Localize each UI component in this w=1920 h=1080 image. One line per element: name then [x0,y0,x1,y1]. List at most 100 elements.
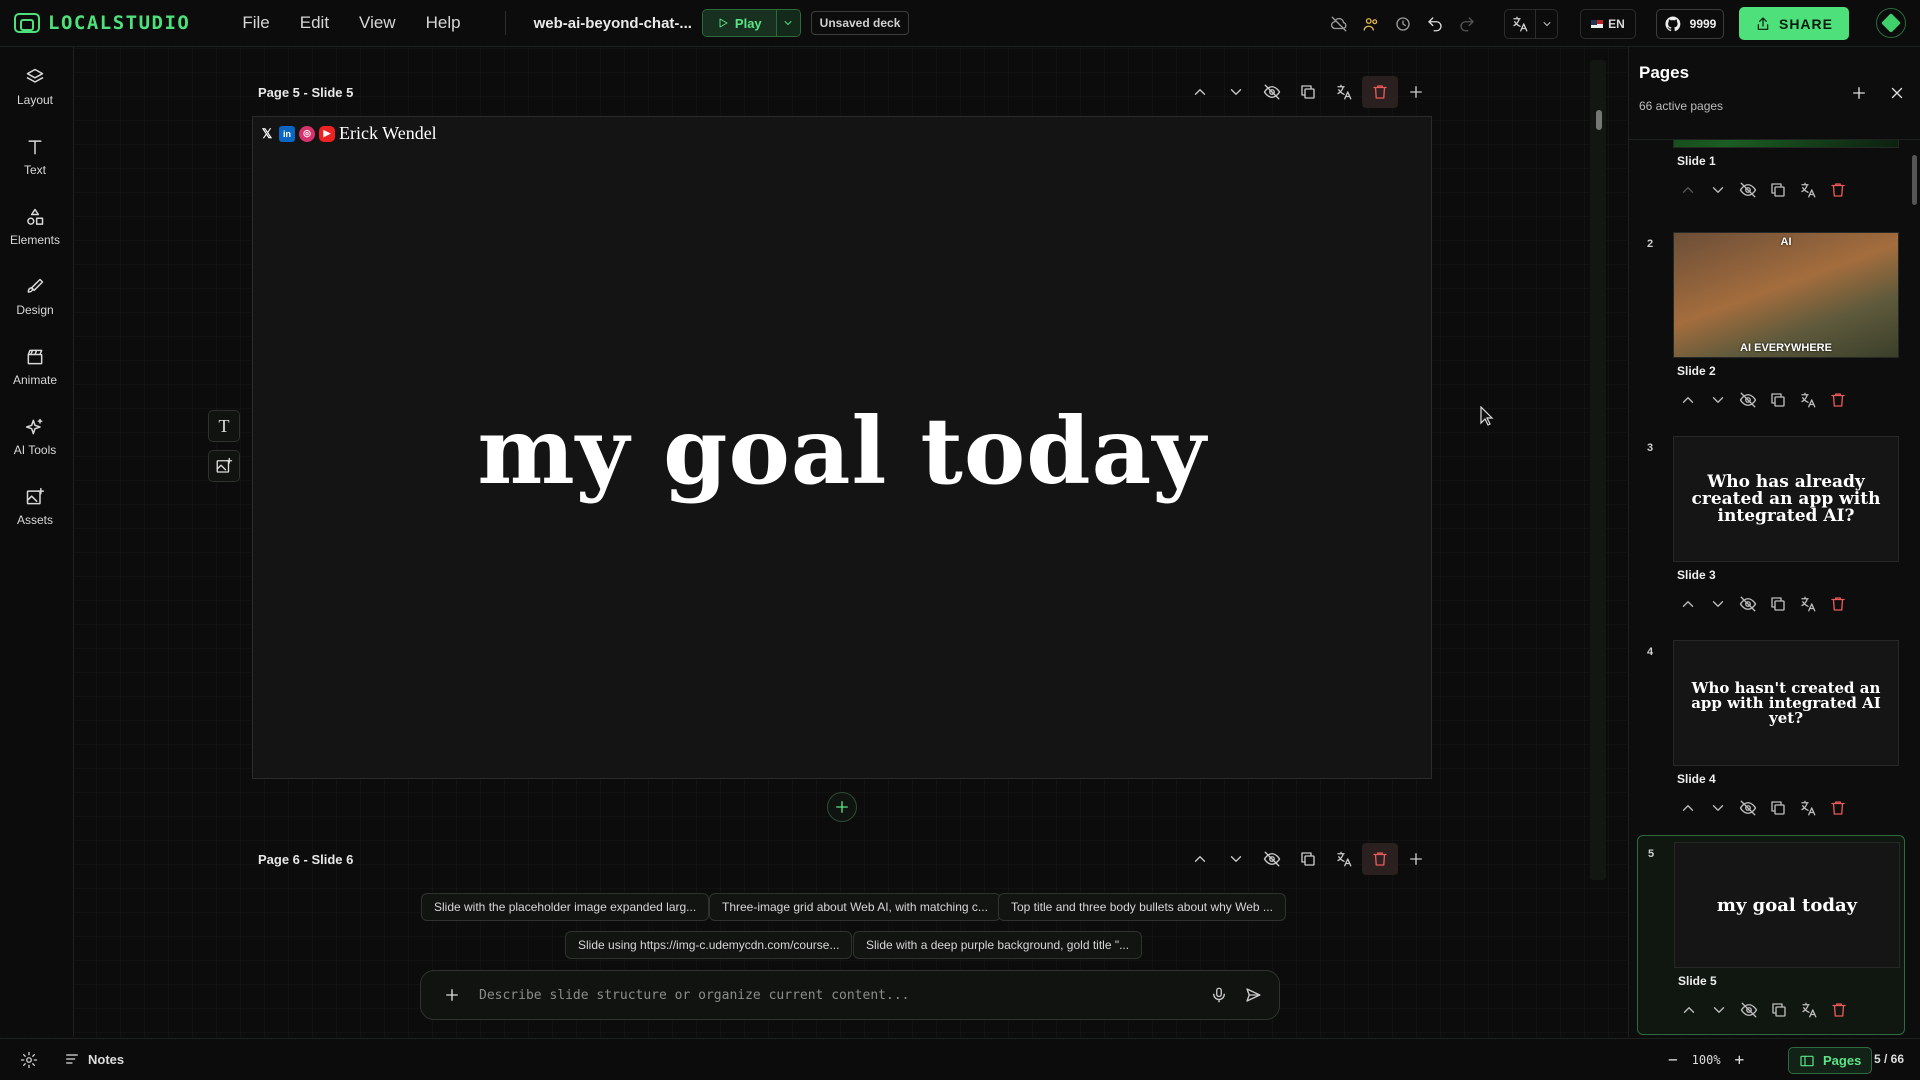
translate-button[interactable] [1793,590,1823,618]
duplicate-button[interactable] [1290,843,1326,875]
move-up-button[interactable] [1673,794,1703,822]
collaborators-icon[interactable] [1362,15,1380,33]
hide-button[interactable] [1254,843,1290,875]
move-up-button[interactable] [1673,386,1703,414]
deck-name[interactable]: web-ai-beyond-chat-... [534,15,692,32]
move-down-button[interactable] [1703,590,1733,618]
move-up-button[interactable] [1182,76,1218,108]
tool-design[interactable]: Design [0,277,70,317]
hide-button[interactable] [1733,794,1763,822]
pages-list[interactable]: Slide 1 2 AI AI EVERYWHERE Slide 2 3 Who… [1629,139,1920,1080]
move-up-button[interactable] [1182,843,1218,875]
hide-button[interactable] [1733,386,1763,414]
page-item-4[interactable]: 4 Who hasn't created an app with integra… [1637,634,1905,830]
translate-slide-button[interactable] [1326,76,1362,108]
close-panel-button[interactable] [1881,77,1913,109]
hide-button[interactable] [1733,590,1763,618]
redo-icon[interactable] [1458,15,1476,33]
tool-assets[interactable]: Assets [0,487,70,527]
move-down-button[interactable] [1218,843,1254,875]
move-up-button[interactable] [1674,996,1704,1024]
play-options-button[interactable] [775,10,800,36]
delete-slide-button[interactable] [1362,843,1398,875]
duplicate-button[interactable] [1763,590,1793,618]
move-down-button[interactable] [1703,794,1733,822]
prompt-input[interactable] [479,987,1205,1003]
canvas-scroll-thumb[interactable] [1596,110,1602,130]
move-up-button[interactable] [1673,176,1703,204]
delete-button[interactable] [1823,176,1853,204]
hide-button[interactable] [1734,996,1764,1024]
page-item-5[interactable]: 5 my goal today Slide 5 [1637,835,1905,1035]
tool-elements[interactable]: Elements [0,207,70,247]
menu-edit[interactable]: Edit [300,13,329,33]
history-icon[interactable] [1394,15,1412,33]
slide-title[interactable]: my goal today [253,397,1431,505]
language-button[interactable]: EN [1580,9,1636,39]
canvas-scrollbar[interactable] [1590,60,1606,880]
move-down-button[interactable] [1704,996,1734,1024]
play-button[interactable]: Play [702,10,776,36]
page-item-3[interactable]: 3 Who has already created an app with in… [1637,430,1905,626]
hide-button[interactable] [1254,76,1290,108]
duplicate-button[interactable] [1764,996,1794,1024]
translate-button[interactable] [1793,794,1823,822]
tool-layout[interactable]: Layout [0,67,70,107]
send-button[interactable] [1239,981,1267,1009]
settings-button[interactable] [20,1051,38,1069]
zoom-in-button[interactable]: + [1735,1050,1745,1069]
add-slide-button[interactable] [1398,843,1434,875]
delete-slide-button[interactable] [1362,76,1398,108]
share-button[interactable]: SHARE [1739,7,1849,40]
plus-icon[interactable] [443,986,461,1004]
slide-canvas[interactable]: 𝕏 in ◎ ▶ Erick Wendel my goal today [252,116,1432,779]
cloud-off-icon[interactable] [1330,15,1348,33]
zoom-level[interactable]: 100% [1692,1053,1721,1067]
move-up-button[interactable] [1673,590,1703,618]
delete-button[interactable] [1823,590,1853,618]
delete-button[interactable] [1824,996,1854,1024]
page-item-2[interactable]: 2 AI AI EVERYWHERE Slide 2 [1637,226,1905,422]
translate-slide-button[interactable] [1326,843,1362,875]
menu-help[interactable]: Help [426,13,461,33]
menu-file[interactable]: File [242,13,269,33]
delete-button[interactable] [1823,386,1853,414]
mic-button[interactable] [1205,981,1233,1009]
move-down-button[interactable] [1218,76,1254,108]
suggestion-chip[interactable]: Slide using https://img-c.udemycdn.com/c… [565,931,853,959]
move-down-button[interactable] [1703,176,1733,204]
suggestion-chip[interactable]: Slide with the placeholder image expande… [421,893,710,921]
duplicate-button[interactable] [1763,794,1793,822]
account-button[interactable] [1876,8,1906,38]
pages-toggle-button[interactable]: Pages [1788,1047,1873,1074]
menu-view[interactable]: View [359,13,396,33]
move-down-button[interactable] [1703,386,1733,414]
suggestion-chip[interactable]: Three-image grid about Web AI, with matc… [709,893,1001,921]
translate-button[interactable] [1793,386,1823,414]
duplicate-button[interactable] [1290,76,1326,108]
tool-animate[interactable]: Animate [0,347,70,387]
duplicate-button[interactable] [1763,176,1793,204]
translate-button[interactable] [1793,176,1823,204]
suggestion-chip[interactable]: Slide with a deep purple background, gol… [853,931,1143,959]
insert-slide-button[interactable] [827,792,857,822]
tool-text[interactable]: Text [0,137,70,177]
hide-button[interactable] [1733,176,1763,204]
github-button[interactable]: 9999 [1656,9,1724,39]
delete-button[interactable] [1823,794,1853,822]
translate-button[interactable] [1505,10,1535,38]
zoom-out-button[interactable]: − [1668,1050,1678,1069]
page-item-1[interactable]: Slide 1 [1637,140,1905,212]
author-socials[interactable]: 𝕏 in ◎ ▶ Erick Wendel [259,123,437,144]
translate-button[interactable] [1794,996,1824,1024]
pages-scrollbar[interactable] [1912,155,1917,205]
undo-icon[interactable] [1426,15,1444,33]
tool-ai-tools[interactable]: AI Tools [0,417,70,457]
add-image-button[interactable] [208,450,240,482]
app-logo[interactable]: LOCALSTUDIO [14,12,190,34]
duplicate-button[interactable] [1763,386,1793,414]
notes-button[interactable]: Notes [64,1051,124,1067]
add-page-button[interactable] [1843,77,1875,109]
suggestion-chip[interactable]: Top title and three body bullets about w… [998,893,1286,921]
translate-options-button[interactable] [1535,10,1557,38]
